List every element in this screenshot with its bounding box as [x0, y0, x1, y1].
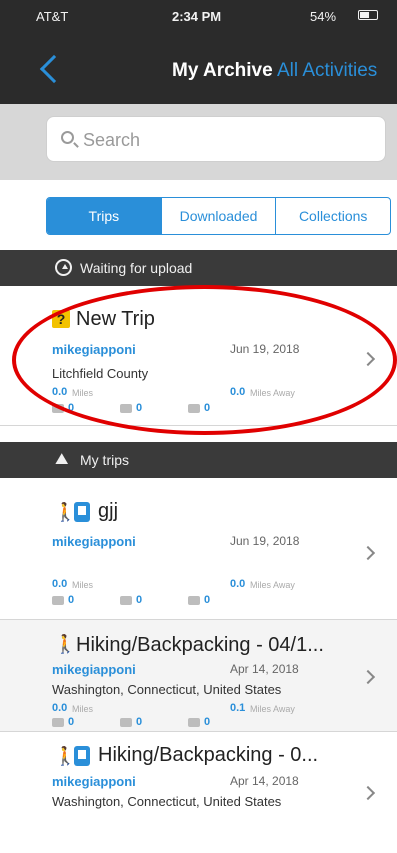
trip-date: Apr 14, 2018 — [230, 662, 299, 676]
photo-count: 0 — [68, 716, 75, 728]
trip-speed-unit: Miles Away — [250, 580, 295, 590]
trip-title: Hiking/Backpacking - 04/1... — [76, 634, 324, 656]
battery-percent: 54% — [310, 9, 337, 24]
trip-date: Jun 19, 2018 — [230, 534, 300, 548]
question-badge-icon: ? — [52, 310, 70, 328]
tab-downloaded[interactable]: Downloaded — [162, 198, 277, 234]
tab-trips[interactable]: Trips — [47, 198, 162, 234]
trip-distance: 0.0 — [52, 386, 68, 398]
segmented-control: Trips Downloaded Collections — [46, 197, 391, 235]
back-chevron-icon[interactable] — [39, 54, 69, 84]
page-title: My Archive — [172, 60, 273, 81]
track-count-icon — [188, 404, 200, 413]
track-count-icon — [188, 596, 200, 605]
section-title: My trips — [80, 452, 129, 468]
trip-location: Litchfield County — [52, 366, 149, 381]
trip-location: Washington, Connecticut, United States — [52, 794, 282, 809]
trip-speed: 0.0 — [230, 578, 246, 590]
battery-icon — [358, 10, 378, 20]
chevron-right-icon — [360, 669, 376, 685]
waypoint-count: 0 — [136, 716, 143, 728]
trip-row[interactable]: 🚶 gjj mikegiapponi Jun 19, 2018 0.0 Mile… — [0, 478, 397, 620]
trip-row[interactable]: 🚶 Hiking/Backpacking - 04/1... mikegiapp… — [0, 620, 397, 732]
photo-count-icon — [52, 718, 64, 727]
chevron-right-icon — [360, 785, 376, 801]
track-count-icon — [188, 718, 200, 727]
search-input[interactable]: Search — [46, 116, 386, 162]
search-bar-container: Search — [0, 104, 397, 180]
trip-speed-unit: Miles Away — [250, 388, 295, 398]
photo-count: 0 — [68, 402, 75, 414]
waypoint-count: 0 — [136, 594, 143, 606]
trip-user[interactable]: mikegiapponi — [52, 342, 136, 357]
search-placeholder: Search — [83, 130, 141, 150]
all-activities-link[interactable]: All Activities — [277, 60, 377, 82]
trip-title: New Trip — [76, 308, 155, 330]
chevron-right-icon — [360, 351, 376, 367]
chevron-right-icon — [360, 545, 376, 561]
photo-count: 0 — [68, 594, 75, 606]
nav-bar: My Archive All Activities — [0, 34, 397, 104]
track-count: 0 — [204, 716, 211, 728]
trip-user[interactable]: mikegiapponi — [52, 662, 136, 677]
trip-speed: 0.1 — [230, 702, 246, 714]
device-icon — [74, 746, 90, 766]
tab-collections[interactable]: Collections — [276, 198, 390, 234]
search-icon — [61, 131, 74, 144]
photo-count-icon — [52, 596, 64, 605]
trip-date: Apr 14, 2018 — [230, 774, 299, 788]
my-trips-icon: ⛰ — [55, 451, 69, 468]
waypoint-count: 0 — [136, 402, 143, 414]
upload-icon — [55, 259, 72, 276]
trip-distance: 0.0 — [52, 702, 68, 714]
trip-distance-unit: Miles — [72, 388, 94, 398]
photo-count-icon — [52, 404, 64, 413]
clock: 2:34 PM — [172, 9, 222, 24]
trip-distance-unit: Miles — [72, 704, 94, 714]
track-count: 0 — [204, 594, 211, 606]
trip-date: Jun 19, 2018 — [230, 342, 300, 356]
trip-speed: 0.0 — [230, 386, 246, 398]
waypoint-count-icon — [120, 404, 132, 413]
section-header-waiting: Waiting for upload — [0, 250, 397, 286]
trip-title: gjj — [98, 500, 119, 522]
trip-row-new-trip[interactable]: ? New Trip mikegiapponi Jun 19, 2018 Lit… — [0, 286, 397, 426]
section-header-my-trips: ⛰ My trips — [0, 442, 397, 478]
trip-title: Hiking/Backpacking - 0... — [98, 744, 319, 766]
waypoint-count-icon — [120, 718, 132, 727]
trip-speed-unit: Miles Away — [250, 704, 295, 714]
trip-distance: 0.0 — [52, 578, 68, 590]
device-icon — [74, 502, 90, 522]
track-count: 0 — [204, 402, 211, 414]
waypoint-count-icon — [120, 596, 132, 605]
carrier-label: AT&T — [36, 9, 69, 24]
trip-user[interactable]: mikegiapponi — [52, 534, 136, 549]
segmented-control-container: Trips Downloaded Collections — [0, 180, 397, 250]
section-title: Waiting for upload — [80, 260, 193, 276]
trip-row[interactable]: 🚶 Hiking/Backpacking - 0... mikegiapponi… — [0, 732, 397, 853]
hiker-icon: 🚶 — [54, 634, 77, 654]
trip-distance-unit: Miles — [72, 580, 94, 590]
status-bar: AT&T 2:34 PM 54% — [0, 0, 397, 34]
trip-location: Washington, Connecticut, United States — [52, 682, 282, 697]
trip-user[interactable]: mikegiapponi — [52, 774, 136, 789]
